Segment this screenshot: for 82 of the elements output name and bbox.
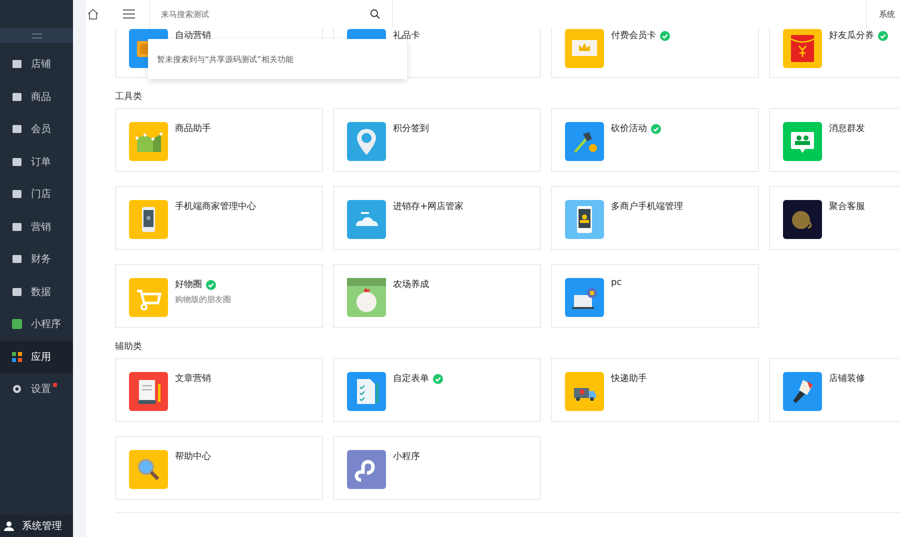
sidebar-item[interactable]: 应用 [0, 340, 73, 373]
app-card[interactable]: 进销存+网店管家 [333, 186, 541, 250]
app-card[interactable]: 快递助手 [551, 358, 759, 422]
customer-service-icon [783, 200, 822, 239]
app-card[interactable]: 商品助手 [115, 108, 323, 172]
sidebar-item[interactable]: 商品 [0, 80, 73, 113]
search-icon[interactable] [370, 9, 380, 19]
sidebar-item[interactable]: 设置 [0, 373, 73, 406]
app-name: 积分签到 [393, 122, 429, 135]
app-card[interactable]: 自定表单 [333, 358, 541, 422]
phone-icon [565, 200, 604, 239]
app-card[interactable]: 帮助中心 [115, 436, 323, 500]
app-name: 小程序 [393, 450, 420, 463]
sidebar-item[interactable]: 财务 [0, 243, 73, 276]
sidebar-item[interactable]: 订单 [0, 146, 73, 178]
cloud-icon [347, 200, 386, 239]
app-card[interactable]: 积分签到 [333, 108, 541, 172]
chat-icon [783, 122, 822, 161]
app-name: 礼品卡 [393, 30, 420, 42]
app-card[interactable]: pc [551, 264, 759, 328]
collapse-icon[interactable] [32, 32, 42, 38]
app-card[interactable]: 砍价活动 [551, 108, 759, 172]
section-title: 工具类 [115, 90, 143, 104]
app-name: pc [611, 278, 622, 288]
app-name: 商品助手 [175, 122, 211, 135]
link-icon [347, 450, 386, 489]
sidebar-item[interactable]: 小程序 [0, 308, 73, 340]
laptop-icon [565, 278, 604, 317]
app-name: 消息群发 [829, 122, 865, 135]
system-menu[interactable]: 系统管理 [0, 515, 73, 537]
location-pin-icon [347, 122, 386, 161]
chart-icon [129, 122, 168, 161]
app-name: 店铺装修 [829, 372, 865, 385]
app-name: 砍价活动 [611, 122, 647, 135]
search-result-menu: 暂未搜索到与“共享源码测试”相关功能 [148, 39, 407, 79]
apps-grid-icon [12, 352, 22, 362]
home-icon[interactable] [87, 8, 99, 20]
app-card[interactable]: 好友瓜分券 [769, 28, 900, 78]
sidebar-item[interactable]: 店铺 [0, 48, 73, 80]
phone-icon [129, 200, 168, 239]
document-icon [129, 372, 168, 411]
section-title: 辅助类 [115, 340, 143, 354]
menu-icon[interactable] [123, 9, 135, 19]
app-card[interactable]: 小程序 [333, 436, 541, 500]
sidebar-item[interactable]: 营销 [0, 210, 73, 243]
truck-icon [565, 372, 604, 411]
app-card[interactable]: 聚合客服 [769, 186, 900, 250]
magnifier-icon [129, 450, 168, 489]
app-name: 好物圈 [175, 278, 202, 291]
app-name: 进销存+网店管家 [393, 200, 464, 213]
app-card[interactable]: 农场养成 [333, 264, 541, 328]
app-name: 自动营销 [175, 30, 211, 42]
app-card[interactable]: 店铺装修 [769, 358, 900, 422]
app-description: 购物版的朋友圈 [175, 294, 231, 305]
app-card[interactable]: 文章营销 [115, 358, 323, 422]
app-card[interactable]: 付费会员卡 [551, 28, 759, 78]
settings-icon [12, 384, 22, 394]
app-name: 快递助手 [611, 372, 647, 385]
app-name: 手机端商家管理中心 [175, 200, 256, 213]
brush-icon [783, 372, 822, 411]
sidebar-item[interactable]: 门店 [0, 178, 73, 210]
hammer-icon [565, 122, 604, 161]
app-name: 农场养成 [393, 278, 429, 291]
envelope-icon [783, 29, 822, 68]
app-name: 自定表单 [393, 372, 429, 385]
app-name: 好友瓜分券 [829, 30, 874, 42]
mini-program-icon [12, 319, 22, 330]
app-card[interactable]: 多商户手机端管理 [551, 186, 759, 250]
app-name: 文章营销 [175, 372, 211, 385]
sidebar-item[interactable]: 数据 [0, 276, 73, 308]
cart-icon [129, 278, 168, 317]
app-name: 付费会员卡 [611, 30, 656, 42]
app-name: 聚合客服 [829, 200, 865, 213]
app-name: 帮助中心 [175, 450, 211, 463]
app-card[interactable]: 手机端商家管理中心 [115, 186, 323, 250]
app-card[interactable]: 消息群发 [769, 108, 900, 172]
chicken-icon [347, 278, 386, 317]
app-card[interactable]: 好物圈 购物版的朋友圈 [115, 264, 323, 328]
crown-card-icon [565, 29, 604, 68]
app-name: 多商户手机端管理 [611, 200, 683, 213]
checklist-icon [347, 372, 386, 411]
sidebar-item[interactable]: 会员 [0, 113, 73, 146]
